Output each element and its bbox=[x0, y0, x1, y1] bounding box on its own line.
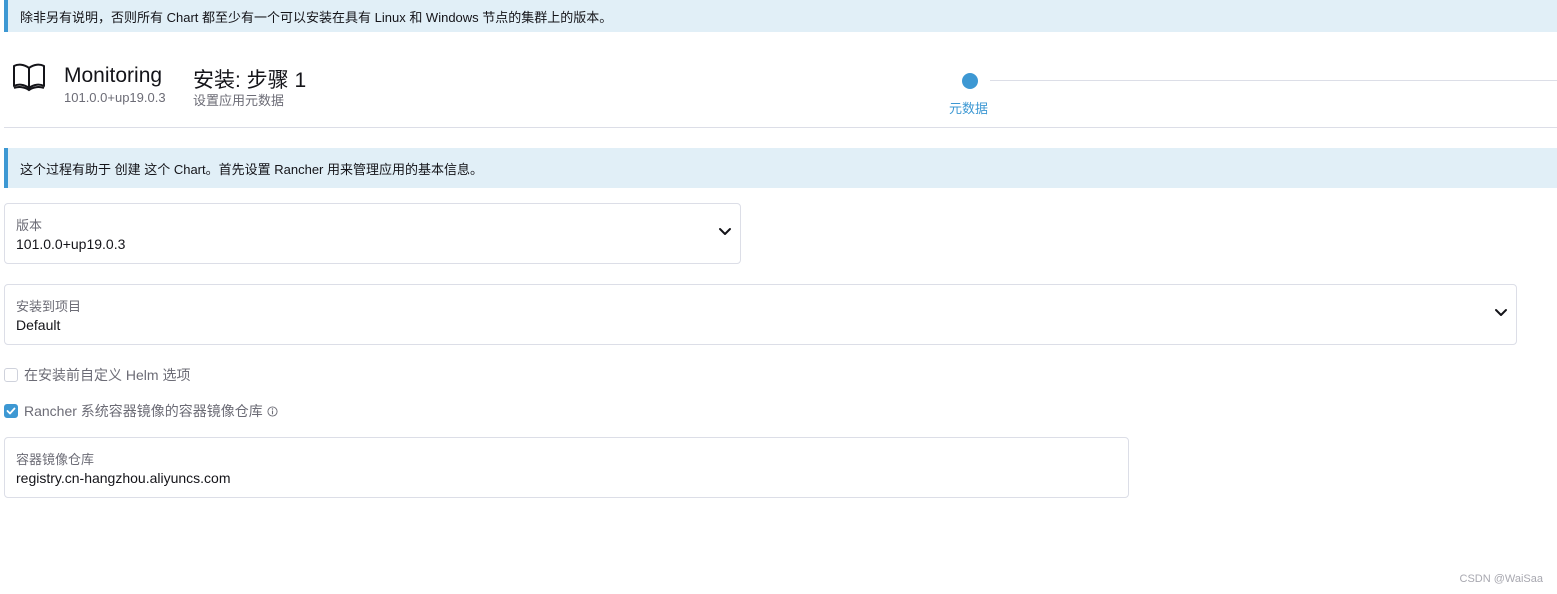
customize-helm-label[interactable]: 在安装前自定义 Helm 选项 bbox=[24, 365, 190, 385]
info-banner-top-text: 除非另有说明，否则所有 Chart 都至少有一个可以安装在具有 Linux 和 … bbox=[20, 9, 613, 25]
system-registry-label[interactable]: Rancher 系统容器镜像的容器镜像仓库 bbox=[24, 401, 263, 421]
app-name: Monitoring bbox=[64, 64, 163, 87]
project-select-label: 安装到项目 bbox=[16, 299, 82, 314]
page-header: Monitoring 101.0.0+up19.0.3 安装: 步骤 1 设置应… bbox=[0, 32, 1557, 128]
registry-input-value[interactable]: registry.cn-hangzhou.aliyuncs.com bbox=[16, 470, 231, 486]
system-registry-checkbox[interactable] bbox=[4, 404, 18, 418]
header-divider bbox=[4, 127, 1557, 128]
system-registry-checkbox-row[interactable]: Rancher 系统容器镜像的容器镜像仓库 bbox=[4, 401, 278, 421]
watermark: CSDN @WaiSaa bbox=[1459, 573, 1544, 585]
app-version: 101.0.0+up19.0.3 bbox=[64, 90, 166, 105]
info-icon[interactable] bbox=[267, 405, 278, 417]
version-select-label: 版本 bbox=[16, 218, 43, 233]
step-label[interactable]: 元数据 bbox=[949, 98, 988, 117]
registry-input-box[interactable]: 容器镜像仓库 registry.cn-hangzhou.aliyuncs.com bbox=[4, 437, 1129, 498]
info-banner-mid: 这个过程有助于 创建 这个 Chart。首先设置 Rancher 用来管理应用的… bbox=[4, 148, 1557, 188]
info-banner-mid-text: 这个过程有助于 创建 这个 Chart。首先设置 Rancher 用来管理应用的… bbox=[20, 161, 483, 177]
chevron-down-icon bbox=[1495, 309, 1507, 316]
version-select[interactable]: 版本 101.0.0+up19.0.3 bbox=[4, 203, 741, 264]
project-select[interactable]: 安装到项目 Default bbox=[4, 284, 1517, 345]
customize-helm-checkbox-row[interactable]: 在安装前自定义 Helm 选项 bbox=[4, 365, 190, 385]
checkmark-icon bbox=[6, 407, 16, 415]
info-banner-top: 除非另有说明，否则所有 Chart 都至少有一个可以安装在具有 Linux 和 … bbox=[4, 0, 1557, 32]
chevron-down-icon bbox=[719, 228, 731, 235]
customize-helm-checkbox[interactable] bbox=[4, 368, 18, 382]
project-select-value: Default bbox=[16, 317, 61, 333]
version-select-value: 101.0.0+up19.0.3 bbox=[16, 236, 126, 252]
book-icon bbox=[13, 63, 45, 92]
registry-input-label: 容器镜像仓库 bbox=[16, 452, 95, 467]
step-subtitle: 设置应用元数据 bbox=[193, 93, 285, 108]
step-progress-line bbox=[990, 80, 1557, 81]
step-indicator-dot[interactable] bbox=[962, 73, 978, 89]
